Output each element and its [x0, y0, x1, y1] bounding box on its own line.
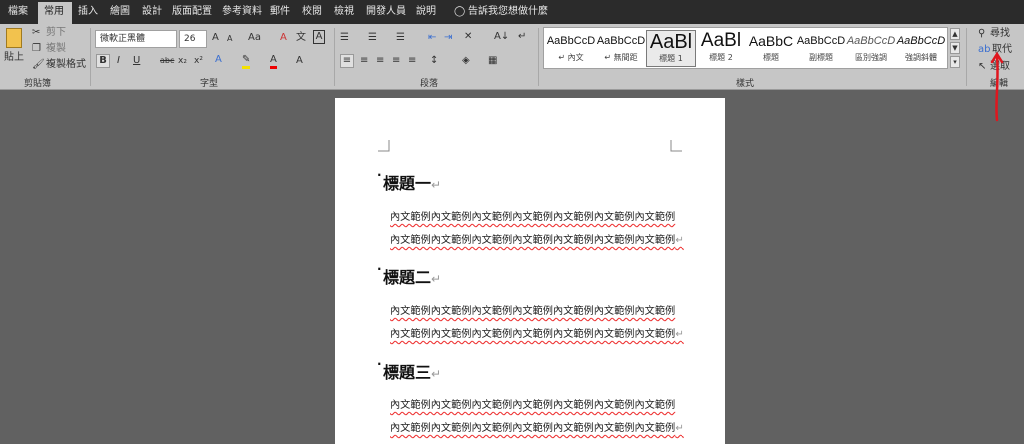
heading-2[interactable]: · 標題二↵ [377, 262, 441, 288]
paragraph-group-label: 段落 [420, 79, 439, 89]
tab-draw[interactable]: 繪圖 [104, 4, 136, 24]
justify-icon[interactable]: ≡ [392, 55, 400, 67]
bullets-icon[interactable]: ☰ [340, 32, 349, 44]
style-subtle-emphasis[interactable]: AaBbCcD 區別強調 [846, 30, 896, 67]
line-spacing-icon[interactable]: ↕ [430, 55, 438, 67]
tab-file[interactable]: 檔案 [2, 4, 34, 24]
tab-mailings[interactable]: 郵件 [264, 4, 296, 24]
numbering-icon[interactable]: ☰ [368, 32, 377, 44]
show-marks-icon[interactable]: ↵ [518, 31, 526, 43]
group-divider [966, 28, 967, 86]
bold-icon[interactable]: B [96, 54, 110, 68]
increase-indent-icon[interactable]: ⇥ [444, 32, 452, 44]
ribbon-tab-bar: 檔案 常用 插入 繪圖 設計 版面配置 參考資料 郵件 校閱 檢視 開發人員 說… [0, 0, 1024, 24]
font-color-icon[interactable]: A [270, 54, 277, 69]
tab-view[interactable]: 檢視 [328, 4, 360, 24]
phonetic-guide-icon[interactable]: 文 [296, 32, 306, 44]
style-subtitle[interactable]: AaBbCcD 副標題 [796, 30, 846, 67]
margin-corner-icon [670, 140, 682, 152]
tab-design[interactable]: 設計 [136, 4, 168, 24]
character-border-icon[interactable]: A [313, 30, 325, 44]
body-text-line[interactable]: 內文範例內文範例內文範例內文範例內文範例內文範例內文範例↵ [390, 231, 684, 246]
style-title[interactable]: AaBbC 標題 [746, 30, 796, 67]
format-painter-button[interactable]: 複製格式 [46, 59, 86, 71]
select-icon: ↖ [978, 61, 987, 72]
styles-group-label: 樣式 [736, 79, 755, 89]
body-text-line[interactable]: 內文範例內文範例內文範例內文範例內文範例內文範例內文範例 [390, 396, 675, 411]
cut-button[interactable]: 剪下 [46, 27, 66, 39]
group-divider [538, 28, 539, 86]
character-shading-icon[interactable]: A [296, 55, 303, 67]
tab-layout[interactable]: 版面配置 [166, 4, 218, 24]
heading-1[interactable]: · 標題一↵ [377, 168, 441, 194]
find-button[interactable]: 尋找 [990, 28, 1010, 40]
tab-home[interactable]: 常用 [38, 2, 72, 24]
tab-developer[interactable]: 開發人員 [360, 4, 412, 24]
text-effects-icon[interactable]: A [215, 54, 222, 66]
paste-icon[interactable] [6, 28, 22, 48]
font-group-label: 字型 [200, 79, 219, 89]
shrink-font-button[interactable]: A [227, 33, 232, 45]
find-icon: ⚲ [978, 28, 986, 39]
highlight-icon[interactable]: ✎ [242, 54, 251, 69]
style-heading-2[interactable]: AaBl 標題 2 [696, 30, 746, 67]
shading-icon[interactable]: ◈ [462, 55, 470, 67]
style-no-spacing[interactable]: AaBbCcD ↵ 無間距 [596, 30, 646, 67]
styles-gallery: AaBbCcD ↵ 內文 AaBbCcD ↵ 無間距 AaBl 標題 1 AaBl 標題… [543, 27, 948, 69]
borders-icon[interactable]: ▦ [488, 55, 497, 67]
margin-corner-icon [378, 140, 390, 152]
gallery-divider [947, 28, 948, 68]
style-heading-1[interactable]: AaBl 標題 1 [646, 30, 696, 67]
superscript-icon[interactable]: x² [194, 55, 203, 67]
multilevel-list-icon[interactable]: ☰ [396, 32, 405, 44]
body-text-line[interactable]: 內文範例內文範例內文範例內文範例內文範例內文範例內文範例↵ [390, 419, 684, 434]
clipboard-group-label: 剪貼簿 [24, 79, 52, 89]
italic-icon[interactable]: I [117, 55, 120, 67]
gallery-up-icon[interactable]: ▲ [950, 28, 960, 40]
paste-button[interactable]: 貼上 [4, 52, 24, 64]
change-case-button[interactable]: Aa [248, 32, 261, 44]
asian-layout-icon[interactable]: ✕ [464, 31, 472, 43]
style-emphasis[interactable]: AaBbCcD 強調斜體 [896, 30, 946, 67]
tab-references[interactable]: 參考資料 [216, 4, 268, 24]
sort-icon[interactable]: A↓ [494, 31, 509, 43]
style-normal[interactable]: AaBbCcD ↵ 內文 [546, 30, 596, 67]
heading-3[interactable]: · 標題三↵ [377, 357, 441, 383]
body-text-line[interactable]: 內文範例內文範例內文範例內文範例內文範例內文範例內文範例 [390, 208, 675, 223]
subscript-icon[interactable]: x₂ [178, 55, 187, 67]
strikethrough-icon[interactable]: abc [160, 55, 174, 67]
annotation-arrow-icon [990, 52, 1004, 122]
align-center-icon[interactable]: ≡ [360, 55, 368, 67]
replace-icon: ab [978, 44, 991, 55]
underline-icon[interactable]: U [133, 55, 140, 67]
body-text-line[interactable]: 內文範例內文範例內文範例內文範例內文範例內文範例內文範例↵ [390, 325, 684, 340]
align-right-icon[interactable]: ≡ [376, 55, 384, 67]
format-painter-icon: 🖌 [32, 59, 45, 70]
group-divider [334, 28, 335, 86]
document-page[interactable]: · 標題一↵ 內文範例內文範例內文範例內文範例內文範例內文範例內文範例 內文範例內… [335, 98, 725, 444]
align-left-icon[interactable]: ≡ [340, 54, 354, 68]
font-size-select[interactable]: 26 [179, 30, 207, 48]
tell-me-search[interactable]: 告訴我您想做什麼 [462, 4, 554, 24]
tab-insert[interactable]: 插入 [72, 4, 104, 24]
decrease-indent-icon[interactable]: ⇤ [428, 32, 436, 44]
gallery-down-icon[interactable]: ▼ [950, 42, 960, 54]
font-name-select[interactable]: 微軟正黑體 [95, 30, 177, 48]
group-divider [90, 28, 91, 86]
body-text-line[interactable]: 內文範例內文範例內文範例內文範例內文範例內文範例內文範例 [390, 302, 675, 317]
cut-icon: ✂ [32, 27, 41, 38]
copy-icon: ❐ [32, 43, 41, 54]
distributed-icon[interactable]: ≡ [408, 55, 416, 67]
clear-formatting-icon[interactable]: A [280, 32, 287, 44]
tab-help[interactable]: 說明 [410, 4, 442, 24]
grow-font-button[interactable]: A [212, 32, 219, 44]
tab-review[interactable]: 校閱 [296, 4, 328, 24]
copy-button[interactable]: 複製 [46, 43, 66, 55]
gallery-more-icon[interactable]: ▾ [950, 56, 960, 68]
